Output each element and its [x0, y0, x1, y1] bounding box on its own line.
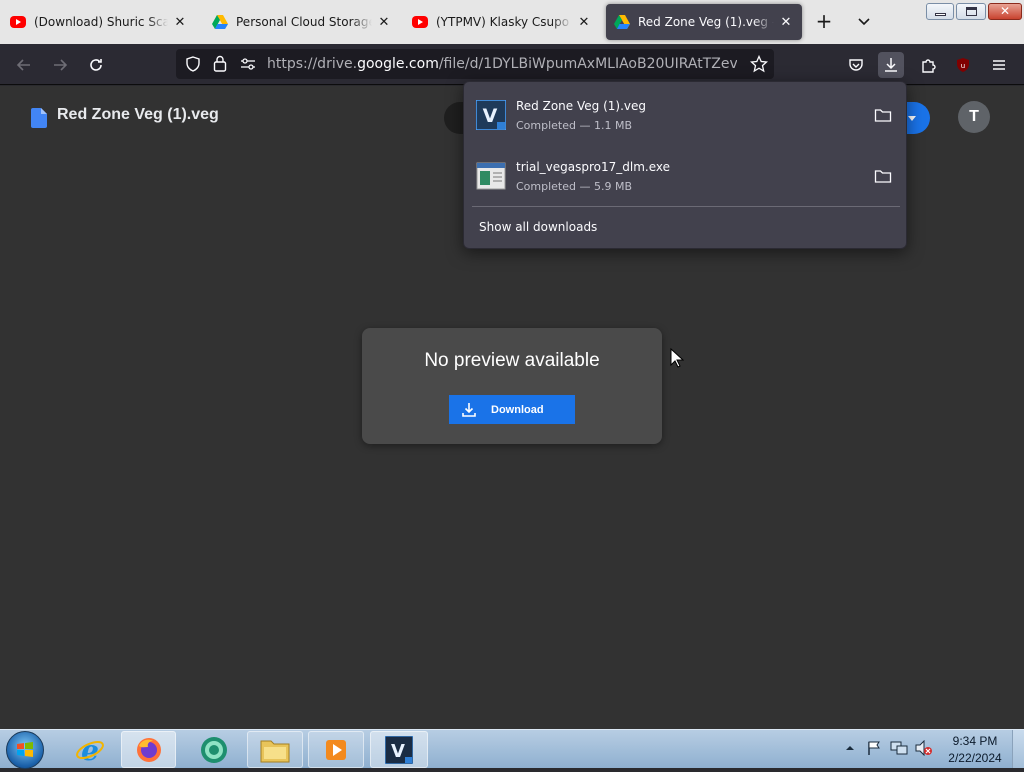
tab-title: Personal Cloud Storage & F [236, 15, 372, 29]
mouse-cursor-icon [670, 348, 684, 368]
list-all-tabs-button[interactable] [852, 10, 876, 34]
minimize-button[interactable] [926, 3, 954, 20]
navigation-toolbar: https://drive.google.com/file/d/1DYLBiWp… [0, 44, 1024, 104]
reload-icon [90, 59, 102, 71]
close-tab-icon[interactable]: ✕ [172, 15, 188, 30]
windows-taskbar: e V 9:34 PM 2/22/2024 [0, 729, 1024, 769]
download-arrow-icon [885, 58, 897, 72]
network-icon[interactable] [890, 740, 908, 756]
pocket-icon [849, 59, 863, 71]
show-desktop-button[interactable] [1012, 730, 1024, 768]
download-item[interactable]: trial_vegaspro17_dlm.exe Completed — 5.9… [472, 149, 900, 205]
close-tab-icon[interactable]: ✕ [778, 15, 794, 30]
panel-separator [472, 206, 900, 207]
url-domain: google.com [357, 56, 439, 72]
tracking-protection-shield-icon[interactable] [185, 56, 201, 72]
internet-explorer-icon: e [76, 735, 104, 765]
tab-red-zone-veg[interactable]: Red Zone Veg (1).veg - Goo ✕ [606, 4, 802, 40]
downloads-panel: V Red Zone Veg (1).veg Completed — 1.1 M… [463, 81, 907, 249]
svg-text:e: e [81, 735, 99, 765]
clock-time[interactable]: 9:34 PM [948, 734, 1002, 748]
url-prefix: https://drive. [267, 56, 358, 72]
app-menu-button[interactable] [986, 52, 1012, 78]
download-label: Download [491, 403, 544, 416]
minimize-icon [935, 13, 946, 16]
download-icon [462, 402, 476, 417]
ublock-shield-icon: u [957, 58, 969, 72]
new-tab-button[interactable]: + [812, 10, 836, 34]
download-filename: Red Zone Veg (1).veg [516, 99, 646, 113]
window-close-button[interactable]: ✕ [988, 3, 1022, 20]
download-status: Completed — 1.1 MB [516, 119, 633, 132]
reload-button[interactable] [83, 52, 109, 78]
pocket-button[interactable] [843, 52, 869, 78]
arrow-left-icon [16, 59, 30, 71]
installer-exe-icon [476, 162, 506, 190]
tab-title: (Download) Shuric Scan M [34, 15, 168, 29]
tab-title: Red Zone Veg (1).veg - Goo [638, 15, 774, 29]
download-status: Completed — 5.9 MB [516, 180, 633, 193]
tab-shuric-scan[interactable]: (Download) Shuric Scan M ✕ [2, 4, 196, 40]
vegas-pro-file-icon: V [476, 100, 506, 130]
chevron-down-icon [858, 18, 870, 26]
url-bar[interactable]: https://drive.google.com/file/d/1DYLBiWp… [176, 49, 774, 79]
tab-strip: (Download) Shuric Scan M ✕ Personal Clou… [0, 0, 1024, 44]
clock-date[interactable]: 2/22/2024 [944, 751, 1006, 765]
start-button[interactable] [6, 731, 44, 769]
svg-text:V: V [483, 105, 498, 127]
show-hidden-icons-icon[interactable] [845, 743, 855, 753]
youtube-icon [412, 16, 428, 28]
taskbar-file-explorer[interactable] [247, 731, 303, 768]
taskbar-media-player[interactable] [308, 731, 364, 768]
youtube-icon [10, 16, 26, 28]
download-button[interactable]: Download [449, 395, 575, 424]
media-player-icon [326, 739, 346, 760]
vegas-pro-icon: V [385, 735, 413, 764]
show-all-downloads-link[interactable]: Show all downloads [479, 220, 597, 234]
puzzle-piece-icon [922, 59, 936, 73]
url-path: /file/d/1DYLBiWpumAxMLIAoB20UIRAtTZevoL2… [438, 56, 737, 72]
restore-icon [966, 7, 977, 16]
taskbar-messenger[interactable] [186, 731, 241, 768]
tab-title: (YTPMV) Klasky Csupo Zor [436, 15, 572, 29]
bookmark-star-icon[interactable] [750, 55, 768, 73]
back-button[interactable] [11, 52, 37, 78]
extensions-button[interactable] [915, 52, 941, 78]
permissions-icon[interactable] [240, 57, 256, 71]
volume-muted-icon[interactable] [915, 740, 933, 756]
windows-logo-icon [17, 742, 33, 757]
lock-icon[interactable] [213, 55, 227, 72]
taskbar-firefox[interactable] [121, 731, 176, 768]
downloads-button[interactable] [878, 52, 904, 78]
close-tab-icon[interactable]: ✕ [576, 15, 592, 30]
file-title: Red Zone Veg (1).veg [57, 106, 219, 123]
account-avatar[interactable]: T [958, 101, 990, 133]
google-drive-icon [614, 15, 630, 29]
tab-personal-cloud[interactable]: Personal Cloud Storage & F ✕ [204, 4, 400, 40]
no-preview-card: No preview available Download [362, 328, 662, 444]
folder-icon[interactable] [874, 167, 892, 185]
download-item[interactable]: V Red Zone Veg (1).veg Completed — 1.1 M… [472, 88, 900, 144]
taskbar-internet-explorer[interactable]: e [66, 731, 114, 768]
file-document-icon [31, 108, 47, 128]
restore-button[interactable] [956, 3, 986, 20]
google-drive-icon [212, 15, 228, 29]
svg-text:V: V [391, 741, 405, 762]
arrow-right-icon [54, 59, 68, 71]
taskbar-vegas-pro[interactable]: V [370, 731, 428, 768]
svg-text:u: u [961, 62, 965, 70]
url-text[interactable]: https://drive.google.com/file/d/1DYLBiWp… [267, 56, 737, 72]
folder-icon[interactable] [874, 106, 892, 124]
forward-button[interactable] [47, 52, 73, 78]
hamburger-menu-icon [993, 60, 1005, 70]
action-center-flag-icon[interactable] [866, 740, 882, 756]
download-filename: trial_vegaspro17_dlm.exe [516, 160, 671, 174]
no-preview-message: No preview available [424, 350, 600, 371]
messenger-icon [200, 736, 227, 763]
tab-klasky-csupo[interactable]: (YTPMV) Klasky Csupo Zor ✕ [404, 4, 600, 40]
close-tab-icon[interactable]: ✕ [376, 15, 392, 30]
folder-explorer-icon [260, 740, 290, 762]
firefox-icon [136, 737, 161, 762]
ublock-origin-button[interactable]: u [950, 52, 976, 78]
